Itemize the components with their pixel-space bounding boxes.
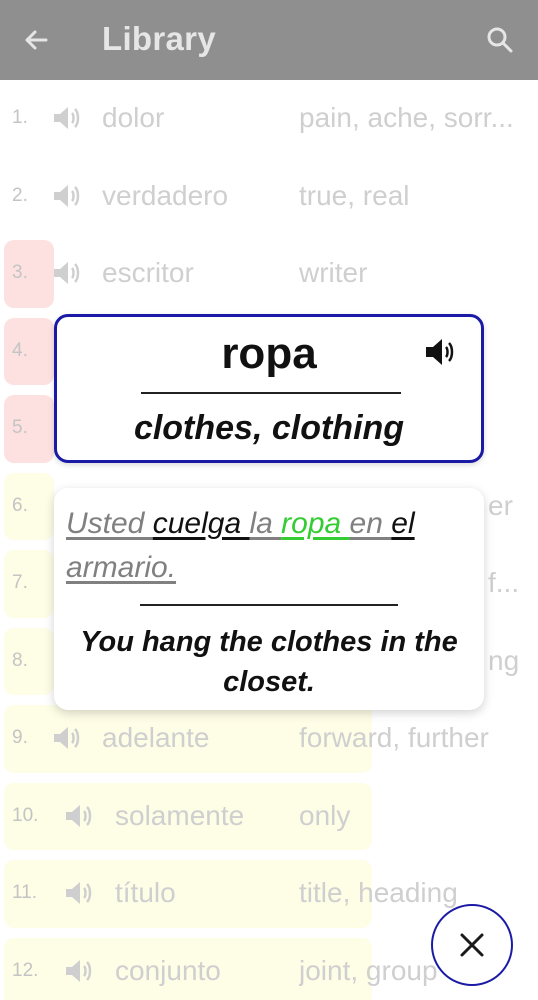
example-sentence-card: Usted cuelga la ropa en el armario. You … [54, 488, 484, 710]
english-sentence: You hang the clothes in the closet. [80, 626, 458, 698]
sentence-word[interactable]: la [249, 507, 281, 540]
translation-text: pain, ache, sorr... [299, 102, 514, 133]
word-text: solamente [115, 799, 245, 831]
arrow-left-icon[interactable] [22, 26, 50, 54]
translation-text: ng [488, 644, 520, 676]
row-number: 6. [12, 494, 28, 516]
row-number: 10. [12, 804, 39, 826]
row-number: 11. [12, 882, 38, 903]
close-button[interactable] [431, 904, 513, 986]
translation-text: true, real [299, 179, 410, 211]
translation-text: forward, further [299, 722, 489, 753]
word-text: conjunto [115, 954, 221, 986]
row-number: 8. [12, 649, 28, 671]
sentence-word-highlight[interactable]: ropa [281, 507, 349, 540]
word-text: escritor [102, 257, 194, 288]
translation-text: title, heading [299, 877, 458, 908]
speaker-icon[interactable] [52, 183, 80, 209]
list-item[interactable]: 10. solamente only [0, 778, 538, 856]
speaker-icon[interactable] [52, 105, 80, 131]
card-word: ropa [221, 329, 317, 378]
row-number: 12. [12, 959, 39, 981]
translation-text: er [488, 489, 513, 521]
sentence-word[interactable]: armario. [66, 551, 176, 584]
search-icon[interactable] [486, 26, 514, 54]
translation-text: writer [299, 257, 368, 288]
translation-text: only [299, 799, 351, 831]
page-title: Library [102, 20, 216, 57]
word-text: título [115, 877, 176, 908]
card-translation: clothes, clothing [133, 409, 405, 447]
row-number: 1. [12, 107, 28, 128]
sentence-word[interactable]: el [391, 507, 414, 540]
spanish-sentence: Usted cuelga la ropa en el armario. [66, 502, 476, 590]
list-item[interactable]: 2. verdadero true, real [0, 158, 538, 236]
list-item[interactable]: 9. adelante forward, further [0, 700, 538, 778]
speaker-icon[interactable] [64, 958, 92, 984]
divider [141, 392, 401, 394]
sentence-word[interactable]: cuelga [153, 507, 250, 540]
row-number: 4. [12, 339, 28, 361]
close-icon [460, 933, 484, 957]
row-number: 5. [12, 417, 28, 438]
row-number: 7. [12, 572, 28, 593]
app-bar: Library [0, 0, 538, 80]
speaker-icon[interactable] [64, 880, 92, 906]
divider [140, 604, 398, 606]
speaker-icon[interactable] [64, 803, 92, 829]
list-item[interactable]: 1. dolor pain, ache, sorr... [0, 80, 538, 158]
speaker-icon[interactable] [52, 725, 80, 751]
word-card: ropa clothes, clothing [54, 314, 484, 463]
row-number: 9. [12, 727, 28, 748]
translation-text: f... [488, 567, 520, 598]
row-number: 3. [12, 262, 28, 283]
sentence-word[interactable]: en [350, 507, 392, 540]
speaker-icon[interactable] [52, 260, 80, 286]
word-text: dolor [102, 102, 165, 133]
speaker-icon[interactable] [423, 337, 455, 367]
row-number: 2. [12, 184, 28, 206]
sentence-word[interactable]: Usted [66, 507, 153, 540]
word-text: verdadero [102, 179, 229, 211]
list-item[interactable]: 3. escritor writer [0, 235, 538, 313]
word-text: adelante [102, 722, 210, 753]
